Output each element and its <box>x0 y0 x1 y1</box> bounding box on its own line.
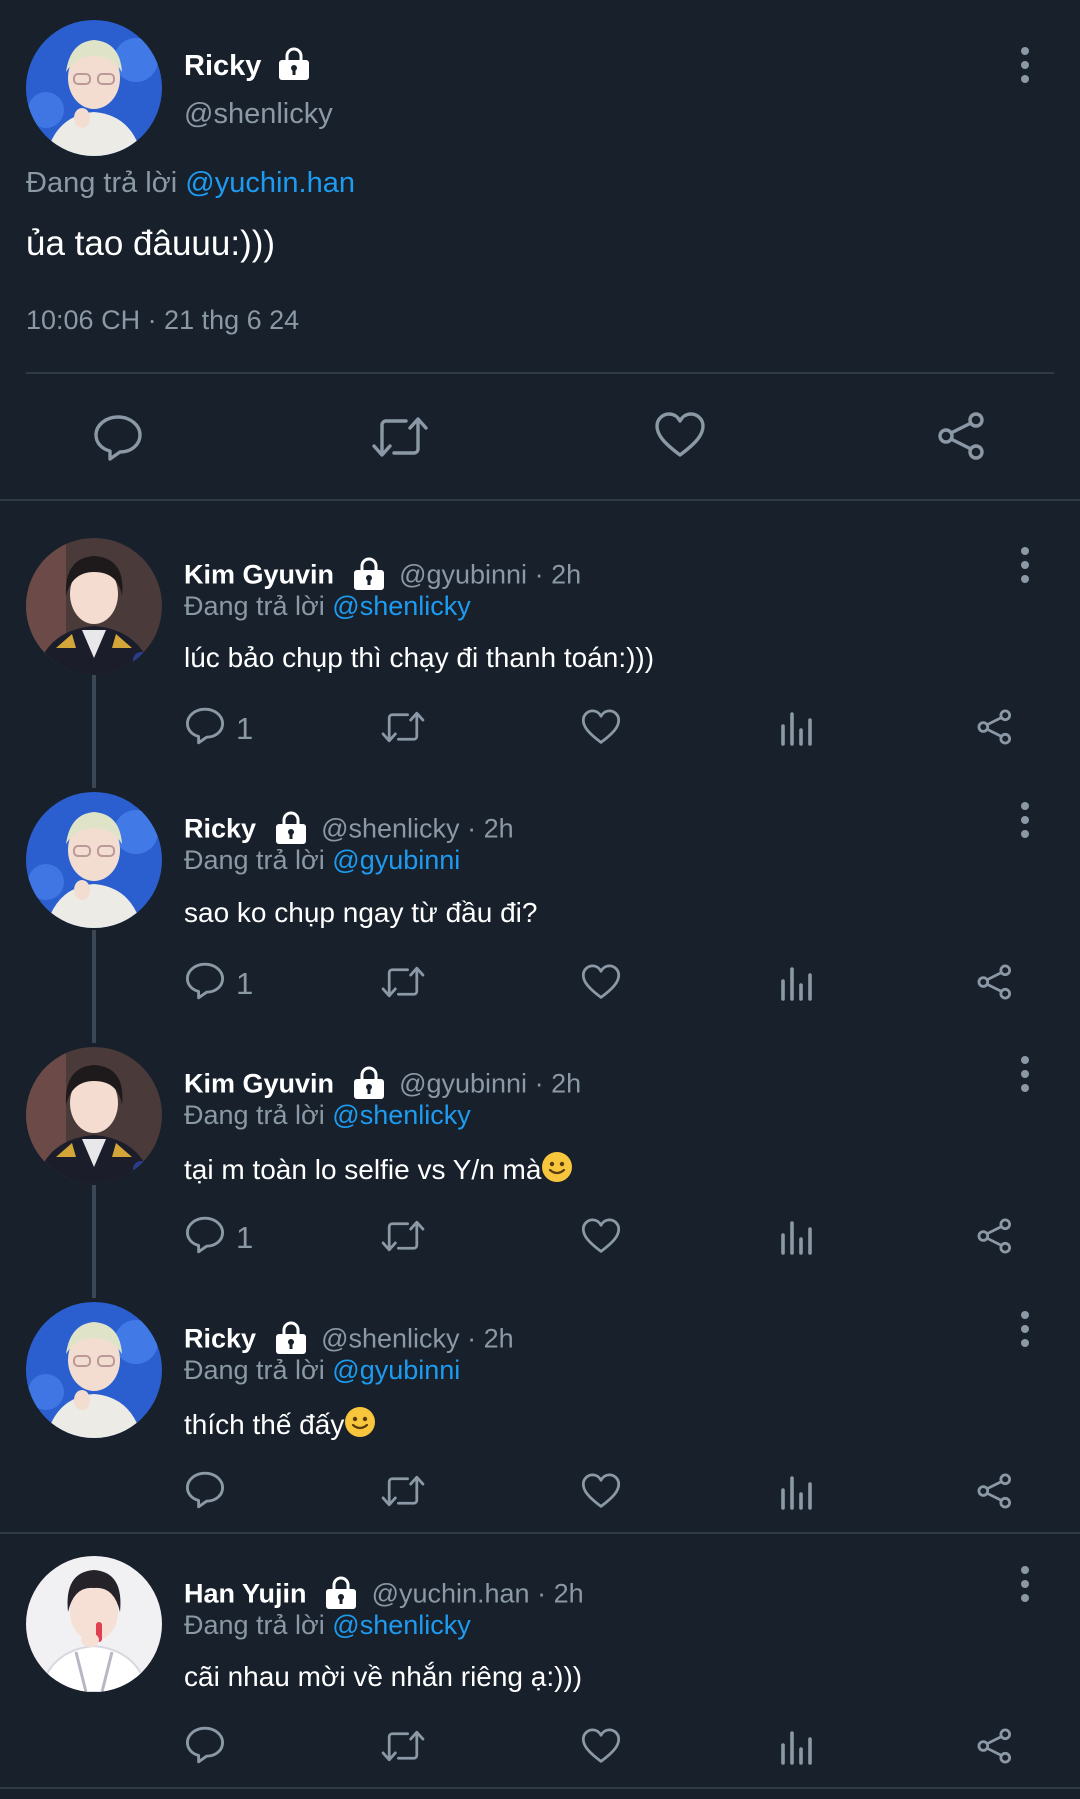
section-divider <box>0 1532 1080 1534</box>
post-time: 2h <box>553 1578 584 1609</box>
views-icon[interactable] <box>780 708 814 746</box>
share-icon[interactable] <box>976 708 1014 746</box>
more-options-icon[interactable] <box>1011 1054 1041 1094</box>
post-time: 2h <box>483 813 514 844</box>
thread-line <box>92 1185 96 1298</box>
reply-count: 1 <box>236 966 254 1001</box>
reply-text: thích thế đấy <box>184 1409 345 1440</box>
replying-to: Đang trả lời @gyubinni <box>184 845 461 875</box>
author-handle[interactable]: @shenlicky <box>184 98 333 131</box>
replying-to: Đang trả lời @shenlicky <box>184 591 471 621</box>
retweet-icon[interactable] <box>380 1217 426 1255</box>
share-icon[interactable] <box>976 1217 1014 1255</box>
reply-count: 1 <box>236 711 254 746</box>
reply-icon[interactable] <box>184 1215 226 1255</box>
reply-text: cãi nhau mời về nhắn riêng ạ:))) <box>184 1661 583 1692</box>
divider <box>26 372 1054 374</box>
reply-icon[interactable] <box>184 961 226 1001</box>
author-handle[interactable]: @gyubinni <box>399 1069 527 1099</box>
author-handle[interactable]: @shenlicky <box>321 1324 459 1354</box>
reply-text: sao ko chụp ngay từ đầu đi? <box>184 897 538 928</box>
replying-to: Đang trả lời @shenlicky <box>184 1100 471 1130</box>
share-icon[interactable] <box>976 963 1014 1001</box>
share-icon[interactable] <box>936 411 988 461</box>
views-icon[interactable] <box>780 1472 814 1510</box>
more-options-icon[interactable] <box>1011 45 1041 85</box>
author-name[interactable]: Kim Gyuvin <box>184 1069 334 1099</box>
more-options-icon[interactable] <box>1011 545 1041 585</box>
mention-link[interactable]: @shenlicky <box>332 1610 470 1640</box>
reply-icon[interactable] <box>184 1470 226 1510</box>
views-icon[interactable] <box>780 1217 814 1255</box>
avatar[interactable] <box>26 792 162 928</box>
like-icon[interactable] <box>581 1217 621 1255</box>
mention-link[interactable]: @gyubinni <box>332 845 460 875</box>
author-name[interactable]: Kim Gyuvin <box>184 560 334 590</box>
mention-link[interactable]: @shenlicky <box>332 591 470 621</box>
post-time: 2h <box>551 1068 582 1099</box>
views-icon[interactable] <box>780 1727 814 1765</box>
section-divider <box>0 499 1080 501</box>
reply-text: tại m toàn lo selfie vs Y/n mà <box>184 1154 542 1185</box>
retweet-icon[interactable] <box>380 708 426 746</box>
author-name[interactable]: Ricky <box>184 50 261 82</box>
mention-link[interactable]: @yuchin.han <box>185 167 355 199</box>
slightly-smiling-emoji-icon <box>344 1406 376 1445</box>
avatar[interactable] <box>26 1047 162 1183</box>
mention-link[interactable]: @shenlicky <box>332 1100 470 1130</box>
avatar[interactable] <box>26 1302 162 1438</box>
share-icon[interactable] <box>976 1727 1014 1765</box>
author-name[interactable]: Han Yujin <box>184 1579 307 1609</box>
mention-link[interactable]: @gyubinni <box>332 1355 460 1385</box>
author-name[interactable]: Ricky <box>184 814 256 844</box>
reply-text-row: thích thế đấy <box>184 1406 376 1445</box>
slightly-smiling-emoji-icon <box>541 1151 573 1190</box>
retweet-icon[interactable] <box>380 963 426 1001</box>
like-icon[interactable] <box>654 411 706 459</box>
views-icon[interactable] <box>780 963 814 1001</box>
reply-text: lúc bảo chụp thì chạy đi thanh toán:))) <box>184 642 655 673</box>
like-icon[interactable] <box>581 963 621 1001</box>
replying-to: Đang trả lời @yuchin.han <box>26 167 355 199</box>
author-name[interactable]: Ricky <box>184 1324 256 1354</box>
more-options-icon[interactable] <box>1011 800 1041 840</box>
post-time: 2h <box>551 559 582 590</box>
post-time: 2h <box>483 1323 514 1354</box>
like-icon[interactable] <box>581 708 621 746</box>
post-timestamp: 10:06 CH · 21 thg 6 24 <box>26 305 300 335</box>
more-options-icon[interactable] <box>1011 1564 1041 1604</box>
reply-text-row: tại m toàn lo selfie vs Y/n mà <box>184 1151 573 1190</box>
retweet-icon[interactable] <box>380 1727 426 1765</box>
avatar[interactable] <box>26 20 162 156</box>
like-icon[interactable] <box>581 1472 621 1510</box>
section-divider <box>0 1787 1080 1789</box>
author-handle[interactable]: @yuchin.han <box>372 1579 530 1609</box>
thread-line <box>92 930 96 1043</box>
more-options-icon[interactable] <box>1011 1309 1041 1349</box>
share-icon[interactable] <box>976 1472 1014 1510</box>
avatar[interactable] <box>26 1556 162 1692</box>
thread-line <box>92 675 96 788</box>
replying-to: Đang trả lời @gyubinni <box>184 1355 461 1385</box>
lock-icon <box>275 44 313 91</box>
reply-icon[interactable] <box>92 413 144 463</box>
like-icon[interactable] <box>581 1727 621 1765</box>
retweet-icon[interactable] <box>380 1472 426 1510</box>
replying-to: Đang trả lời @shenlicky <box>184 1610 471 1640</box>
reply-count: 1 <box>236 1220 254 1255</box>
reply-icon[interactable] <box>184 1725 226 1765</box>
reply-icon[interactable] <box>184 706 226 746</box>
retweet-icon[interactable] <box>370 413 430 461</box>
author-handle[interactable]: @gyubinni <box>399 560 527 590</box>
post-text: ủa tao đâuuu:))) <box>26 224 276 263</box>
avatar[interactable] <box>26 538 162 674</box>
author-handle[interactable]: @shenlicky <box>321 814 459 844</box>
